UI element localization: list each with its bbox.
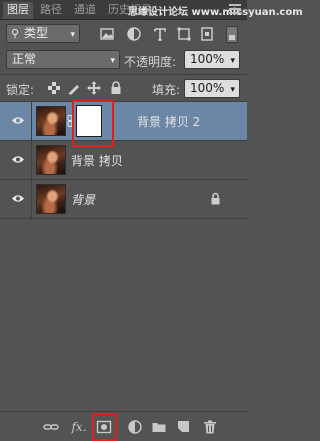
smart-object-filter-icon[interactable] [199, 26, 215, 42]
chevron-down-icon: ▾ [70, 30, 75, 40]
watermark-text: 思缘设计论坛 www.missyuan.com [128, 7, 303, 18]
lock-all-icon[interactable] [108, 80, 124, 96]
layer-row-background-copy[interactable]: 背景 拷贝 [0, 141, 247, 180]
fill-value: 100% [190, 81, 225, 95]
panel-tab-bar: 图层 路径 通道 历史记录 思缘设计论坛 www.missyuan.com [0, 0, 303, 20]
visibility-column [0, 102, 32, 140]
highlight-box [92, 413, 117, 441]
opacity-field[interactable]: 100% ▾ [184, 50, 240, 69]
lock-row: 锁定: 填充: 100% ▾ [0, 74, 247, 102]
delete-layer-trash-icon[interactable] [202, 419, 218, 435]
layer-thumbnail [36, 106, 66, 136]
opacity-label: 不透明度: [124, 55, 177, 69]
eye-icon[interactable] [11, 116, 25, 125]
tab-channels[interactable]: 通道 [70, 2, 100, 19]
new-layer-icon[interactable] [175, 419, 191, 435]
layer-row-background[interactable]: 背景 [0, 180, 247, 219]
fill-label: 填充: [152, 83, 181, 97]
layer-thumbnail [36, 145, 66, 175]
blend-row: 正常 ▾ 不透明度: 100% ▾ [0, 47, 247, 74]
highlight-box [72, 100, 114, 147]
layer-thumbnail [36, 184, 66, 214]
fill-field[interactable]: 100% ▾ [184, 79, 240, 98]
lock-position-icon[interactable] [86, 80, 102, 96]
blend-mode-dropdown[interactable]: 正常 ▾ [6, 50, 120, 69]
layer-name[interactable]: 背景 拷贝 [71, 152, 123, 169]
lock-transparency-icon[interactable] [46, 80, 62, 96]
link-layers-icon[interactable] [43, 419, 59, 435]
blend-mode-value: 正常 [12, 52, 37, 66]
layer-name[interactable]: 背景 拷贝 2 [137, 113, 200, 130]
layer-style-fx-button[interactable]: fx. [69, 419, 89, 435]
type-layer-filter-icon[interactable] [152, 26, 168, 42]
layer-name[interactable]: 背景 [71, 191, 95, 208]
layers-panel: 图层 路径 通道 历史记录 思缘设计论坛 www.missyuan.com ⚲ … [0, 0, 303, 441]
pixel-layer-filter-icon[interactable] [99, 26, 115, 42]
new-group-folder-icon[interactable] [151, 419, 167, 435]
filter-toggle-switch[interactable] [226, 26, 238, 43]
tab-layers[interactable]: 图层 [3, 2, 33, 19]
lock-icon [211, 192, 220, 205]
tab-paths[interactable]: 路径 [36, 2, 66, 19]
chevron-down-icon: ▾ [230, 56, 235, 66]
eye-icon[interactable] [11, 194, 25, 203]
chevron-down-icon: ▾ [110, 56, 115, 66]
adjustment-layer-icon[interactable] [127, 419, 143, 435]
lock-pixels-icon[interactable] [66, 80, 82, 96]
opacity-value: 100% [190, 52, 225, 66]
lock-label: 锁定: [6, 83, 35, 97]
filter-row: ⚲ 类型 ▾ [0, 20, 247, 47]
search-icon: ⚲ [11, 27, 20, 40]
visibility-column [0, 180, 32, 218]
shape-layer-filter-icon[interactable] [176, 26, 192, 42]
layer-row-background-copy-2[interactable]: 背景 拷贝 2 [0, 100, 247, 147]
filter-kind-label: 类型 [24, 26, 49, 40]
visibility-column [0, 141, 32, 179]
adjustment-layer-filter-icon[interactable] [126, 26, 142, 42]
eye-icon[interactable] [11, 155, 25, 164]
filter-kind-dropdown[interactable]: ⚲ 类型 ▾ [6, 24, 80, 43]
layers-bottom-toolbar: fx. [0, 411, 247, 441]
layers-list: 背景 拷贝 2 背景 拷贝 背景 [0, 100, 247, 411]
chevron-down-icon: ▾ [230, 85, 235, 95]
panel-menu-icon[interactable] [229, 4, 241, 14]
